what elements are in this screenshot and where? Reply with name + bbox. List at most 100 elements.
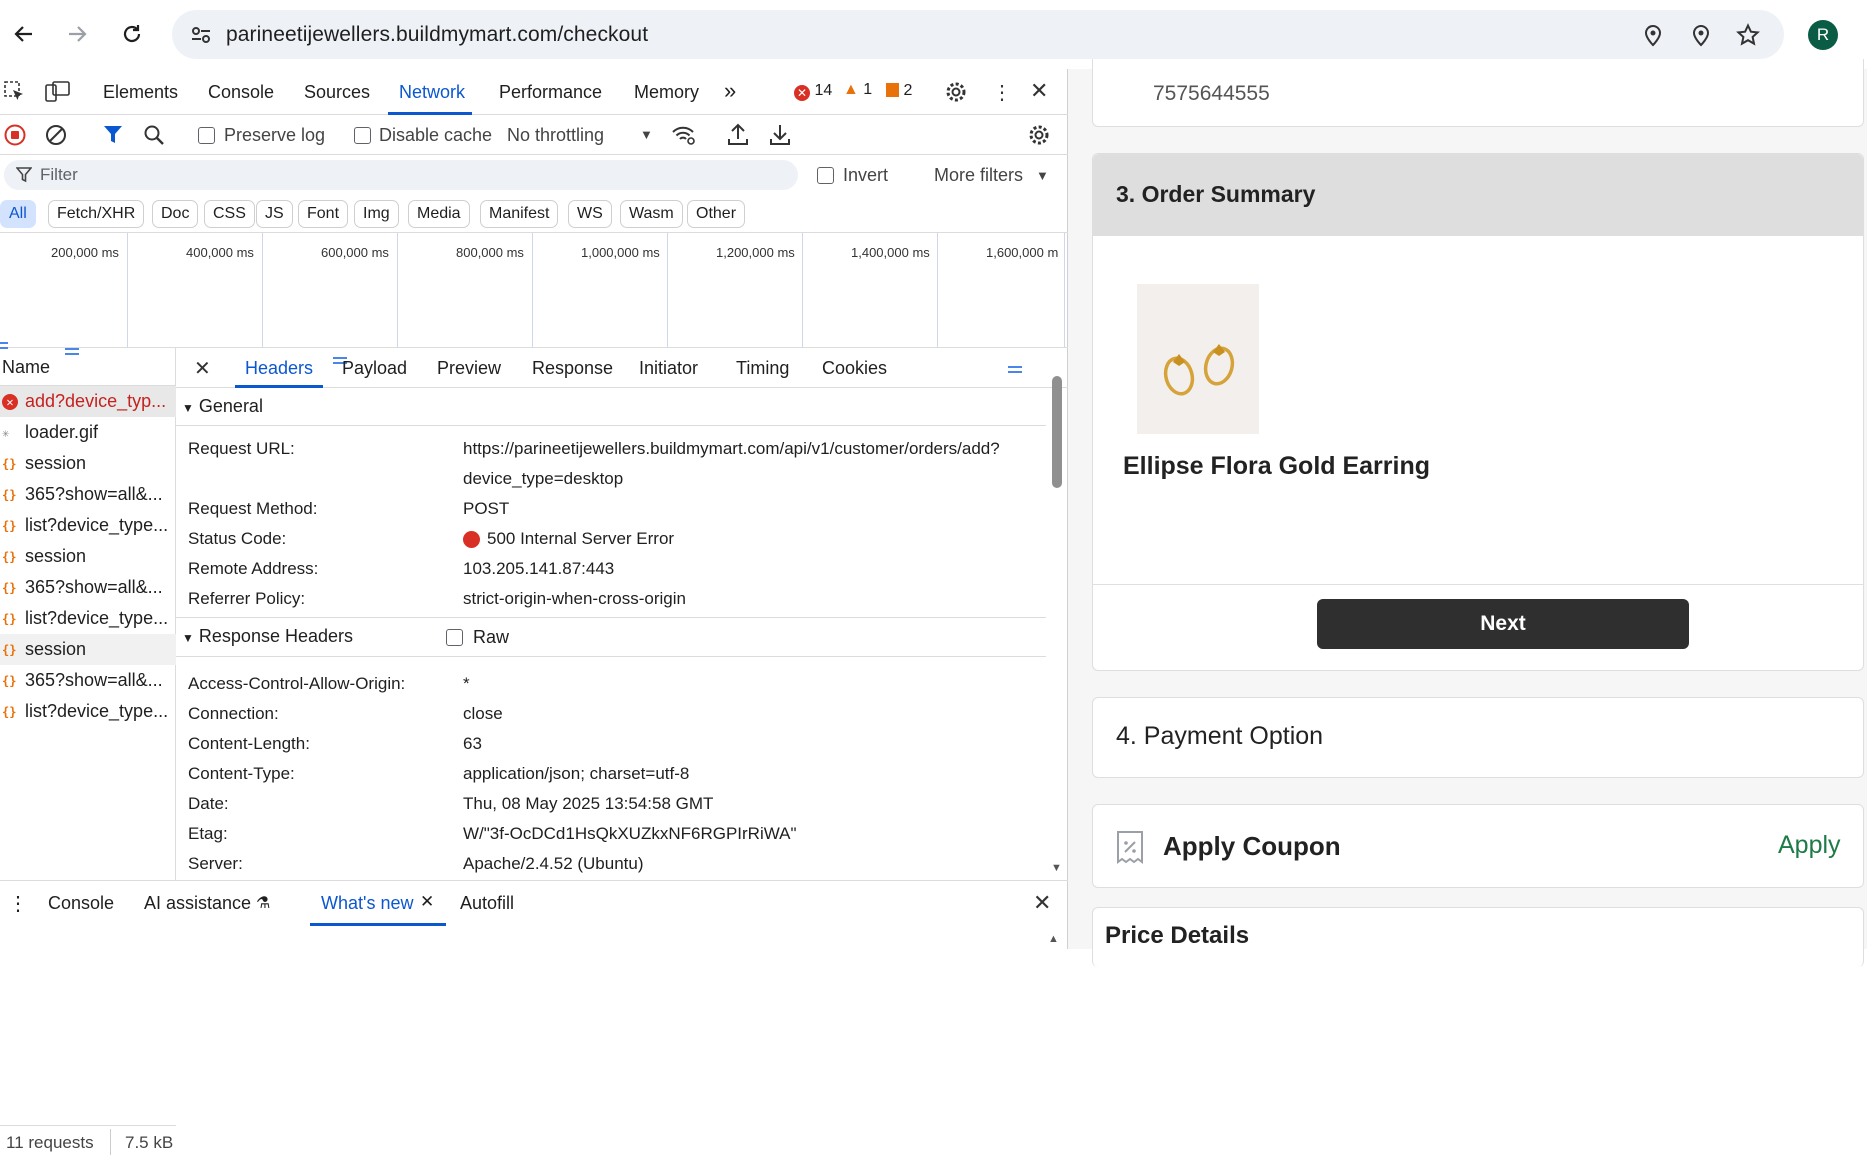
type-filter-wasm[interactable]: Wasm [620, 200, 683, 228]
type-filter-other[interactable]: Other [687, 200, 746, 228]
url-text[interactable]: parineetijewellers.buildmymart.com/check… [226, 23, 648, 47]
request-row[interactable]: ✕ add?device_typ... [0, 386, 176, 417]
close-devtools-icon[interactable]: ✕ [1030, 78, 1048, 104]
clear-log-icon[interactable] [45, 124, 67, 151]
scroll-up-icon[interactable]: ▲ [1048, 933, 1059, 945]
filter-input[interactable]: Filter [4, 160, 798, 190]
tick-label: 600,000 ms [321, 245, 389, 260]
request-row[interactable]: {} 365?show=all&... [0, 665, 176, 696]
product-name[interactable]: Ellipse Flora Gold Earring [1123, 452, 1430, 481]
type-filter-img[interactable]: Img [354, 200, 399, 228]
request-row[interactable]: {} list?device_type... [0, 510, 176, 541]
tab-memory[interactable]: Memory [634, 82, 699, 103]
request-row[interactable]: {} session [0, 634, 176, 665]
name-column-header[interactable]: Name [0, 348, 176, 386]
throttling-select[interactable]: No throttling [507, 125, 604, 146]
type-filter-js[interactable]: JS [256, 200, 293, 228]
type-filter-manifest[interactable]: Manifest [480, 200, 559, 228]
warning-count[interactable]: ▲ 1 [843, 81, 872, 99]
network-conditions-icon[interactable] [671, 124, 697, 151]
location-icon-2[interactable] [1688, 22, 1714, 48]
order-summary-header[interactable]: 3. Order Summary [1093, 154, 1863, 236]
tab-timing[interactable]: Timing [736, 358, 789, 379]
drawer-tab-console[interactable]: Console [48, 893, 114, 914]
request-row[interactable]: {} 365?show=all&... [0, 572, 176, 603]
apply-coupon-link[interactable]: Apply [1778, 831, 1841, 860]
drawer-menu-kebab-icon[interactable]: ⋮ [8, 891, 28, 916]
close-drawer-icon[interactable]: ✕ [1033, 890, 1051, 916]
tab-initiator[interactable]: Initiator [639, 358, 698, 379]
raw-checkbox[interactable] [446, 629, 463, 646]
tab-cookies[interactable]: Cookies [822, 358, 887, 379]
expand-triangle-icon: ▼ [182, 631, 194, 645]
more-tabs-chevron-icon[interactable]: » [724, 78, 736, 104]
more-options-kebab-icon[interactable]: ⋮ [992, 80, 1012, 105]
drawer-tab-whats-new[interactable]: What's new [321, 893, 413, 914]
device-toolbar-icon[interactable] [45, 81, 71, 108]
next-button[interactable]: Next [1317, 599, 1689, 649]
request-row[interactable]: {} session [0, 541, 176, 572]
reload-button[interactable] [115, 17, 149, 51]
tick-line [937, 233, 938, 348]
preserve-log-checkbox[interactable] [198, 127, 215, 144]
network-settings-gear-icon[interactable] [1027, 123, 1051, 152]
address-bar[interactable]: parineetijewellers.buildmymart.com/check… [172, 10, 1784, 59]
more-filters-chevron-icon[interactable]: ▼ [1036, 168, 1049, 183]
tab-preview[interactable]: Preview [437, 358, 501, 379]
more-filters-dropdown[interactable]: More filters [934, 165, 1023, 186]
inspect-element-icon[interactable] [4, 81, 26, 108]
tab-console[interactable]: Console [208, 82, 274, 103]
chevron-down-icon[interactable]: ▼ [640, 127, 653, 142]
scroll-down-icon[interactable]: ▼ [1051, 862, 1062, 874]
request-row[interactable]: {} list?device_type... [0, 603, 176, 634]
disable-cache-checkbox[interactable] [354, 127, 371, 144]
location-icon[interactable] [1640, 22, 1666, 48]
issues-count[interactable]: 2 [886, 82, 912, 100]
drawer-tab-ai-assistance[interactable]: AI assistance [144, 893, 251, 914]
tab-network[interactable]: Network [399, 82, 465, 103]
section-title: Response Headers [198, 626, 353, 646]
tab-performance[interactable]: Performance [499, 82, 602, 103]
invert-checkbox[interactable] [817, 167, 834, 184]
detail-tabbar: ✕ Headers Payload Preview Response Initi… [176, 348, 1068, 388]
error-count[interactable]: ✕ 14 [794, 82, 832, 101]
response-headers-section-header[interactable]: ▼ Response Headers Raw [176, 617, 1046, 657]
request-row[interactable]: {} session [0, 448, 176, 479]
type-filter-css[interactable]: CSS [204, 200, 255, 228]
export-har-icon[interactable] [769, 123, 791, 152]
type-filter-font[interactable]: Font [298, 200, 349, 228]
type-filter-all[interactable]: All [0, 200, 36, 228]
record-stop-icon[interactable] [4, 124, 26, 151]
close-detail-icon[interactable]: ✕ [194, 356, 211, 381]
request-row[interactable]: {} list?device_type... [0, 696, 176, 727]
close-whats-new-icon[interactable]: ✕ [420, 892, 434, 912]
network-overview-timeline[interactable]: 200,000 ms 400,000 ms 600,000 ms 800,000… [0, 233, 1068, 373]
site-info-icon[interactable] [188, 22, 214, 48]
divider [110, 1129, 111, 1155]
import-har-icon[interactable] [727, 123, 749, 152]
tab-payload[interactable]: Payload [342, 358, 407, 379]
drawer-tab-autofill[interactable]: Autofill [460, 893, 514, 914]
product-image[interactable] [1137, 284, 1259, 434]
scroll-thumb[interactable] [1052, 376, 1062, 488]
back-button[interactable] [7, 17, 41, 51]
search-icon[interactable] [143, 124, 165, 151]
request-row[interactable]: ✳ loader.gif [0, 417, 176, 448]
tab-sources[interactable]: Sources [304, 82, 370, 103]
general-section-header[interactable]: ▼ General [176, 388, 1046, 426]
header-key: Request Method: [188, 499, 318, 518]
type-filter-ws[interactable]: WS [568, 200, 612, 228]
filter-funnel-icon[interactable] [103, 124, 123, 151]
forward-button[interactable] [60, 17, 94, 51]
settings-gear-icon[interactable] [944, 80, 968, 109]
tab-headers[interactable]: Headers [245, 358, 313, 379]
request-row[interactable]: {} 365?show=all&... [0, 479, 176, 510]
type-filter-fetch-xhr[interactable]: Fetch/XHR [48, 200, 145, 228]
type-filter-doc[interactable]: Doc [152, 200, 199, 228]
profile-avatar[interactable]: R [1808, 20, 1838, 50]
tab-elements[interactable]: Elements [103, 82, 178, 103]
type-filter-media[interactable]: Media [408, 200, 470, 228]
payment-option-card[interactable]: 4. Payment Option [1092, 697, 1864, 778]
tab-response[interactable]: Response [532, 358, 613, 379]
bookmark-star-icon[interactable] [1735, 22, 1761, 48]
